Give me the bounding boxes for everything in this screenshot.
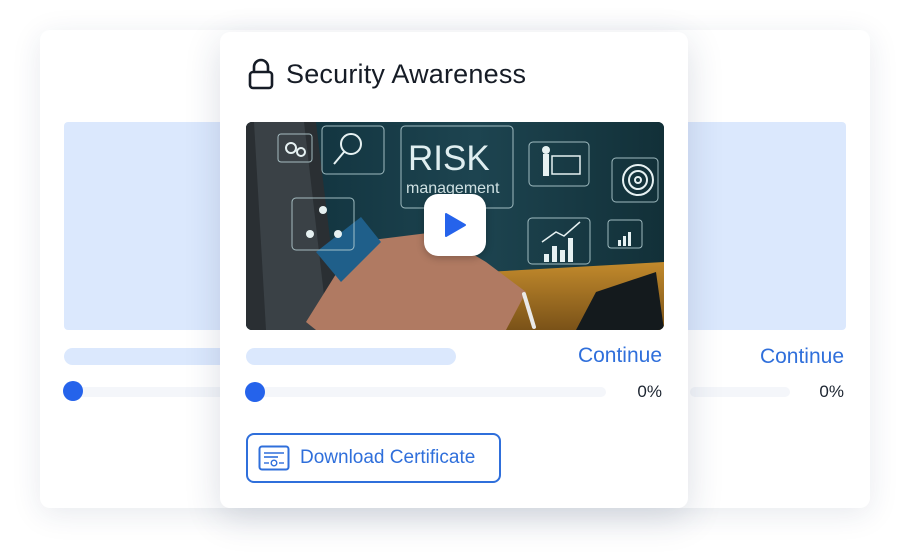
progress-indicator <box>63 381 83 401</box>
course-title: Security Awareness <box>286 58 527 89</box>
certificate-icon <box>258 445 290 471</box>
course-video[interactable]: RISK management <box>246 122 664 330</box>
play-button[interactable] <box>424 194 486 256</box>
progress-track <box>246 387 606 397</box>
progress-percent: 0% <box>637 382 662 401</box>
course-thumbnail-placeholder <box>680 122 846 330</box>
progress-percent: 0% <box>819 382 844 401</box>
continue-link[interactable]: Continue <box>578 344 662 368</box>
video-overlay-word: RISK <box>408 139 490 178</box>
progress-indicator <box>245 382 265 402</box>
course-subtitle-placeholder <box>246 348 456 365</box>
lock-icon <box>248 58 274 90</box>
progress-track <box>690 387 790 397</box>
course-header: Security Awareness <box>248 58 526 90</box>
download-certificate-button[interactable]: Download Certificate <box>246 433 501 483</box>
continue-link[interactable]: Continue <box>760 345 844 369</box>
play-icon <box>445 213 466 237</box>
course-card: Security Awareness RISK management Conti… <box>220 32 688 508</box>
download-certificate-label: Download Certificate <box>300 447 476 468</box>
